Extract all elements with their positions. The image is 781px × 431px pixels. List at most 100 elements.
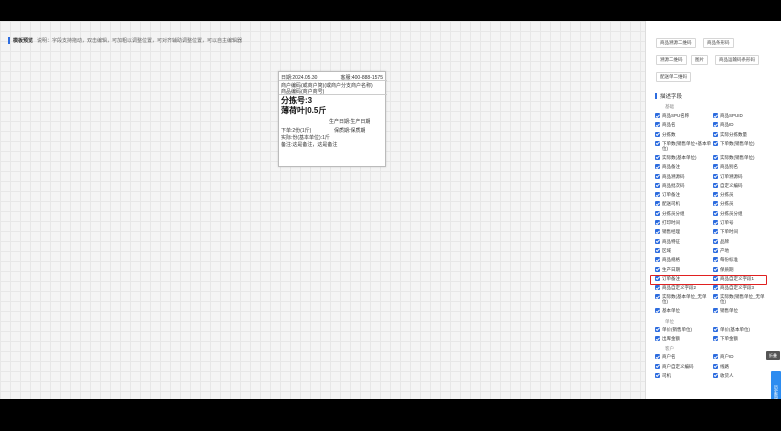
checkbox-checked-icon[interactable]: [655, 238, 660, 244]
checkbox-checked-icon[interactable]: [713, 154, 718, 160]
checkbox-checked-icon[interactable]: [713, 294, 718, 300]
checkbox-checked-icon[interactable]: [655, 266, 660, 272]
checkbox-checked-icon[interactable]: [713, 192, 718, 198]
field-checkbox[interactable]: 实际分拣数量: [713, 131, 770, 137]
trace-qr2-button[interactable]: 溯源二维码: [656, 55, 687, 65]
checkbox-checked-icon[interactable]: [713, 238, 718, 244]
checkbox-checked-icon[interactable]: [655, 336, 660, 341]
field-checkbox[interactable]: 自定义编码: [713, 182, 770, 188]
barcode-button[interactable]: 商品条形码: [703, 38, 734, 48]
checkbox-checked-icon[interactable]: [655, 131, 660, 137]
checkbox-checked-icon[interactable]: [713, 326, 718, 332]
field-checkbox[interactable]: 打印时间: [655, 220, 712, 225]
field-checkbox[interactable]: 分拣员: [713, 192, 770, 198]
field-checkbox[interactable]: 下单数(销售单位+基本单位): [655, 140, 712, 151]
checkbox-checked-icon[interactable]: [713, 164, 718, 170]
label-preview[interactable]: 日期:2024.05.30 客服:400-888-1575 商户编码(或商户简)…: [278, 71, 387, 167]
checkbox-checked-icon[interactable]: [713, 354, 718, 360]
checkbox-checked-icon[interactable]: [655, 164, 660, 170]
field-checkbox[interactable]: 生产日期: [655, 266, 712, 272]
checkbox-checked-icon[interactable]: [713, 257, 718, 263]
collapse-tab[interactable]: 折叠: [766, 351, 780, 360]
field-checkbox[interactable]: 商品别名: [713, 164, 770, 170]
field-checkbox[interactable]: 商品规格: [655, 257, 712, 263]
field-checkbox[interactable]: 下单时间: [713, 229, 770, 235]
checkbox-checked-icon[interactable]: [655, 363, 660, 369]
field-checkbox[interactable]: 实际数(基本单位_无单位): [655, 294, 712, 304]
field-checkbox[interactable]: 下单数(销售单位): [713, 140, 770, 146]
checkbox-checked-icon[interactable]: [655, 201, 660, 207]
label-shelf-life[interactable]: 保质期:保质期: [334, 127, 365, 134]
checkbox-checked-icon[interactable]: [713, 363, 718, 369]
delivery-qr-button[interactable]: 配送单二维码: [656, 72, 691, 82]
checkbox-checked-icon[interactable]: [655, 122, 660, 128]
checkbox-checked-icon[interactable]: [713, 182, 718, 188]
field-checkbox[interactable]: 每份标准: [713, 257, 770, 263]
checkbox-checked-icon[interactable]: [655, 308, 660, 314]
trace-qr-button[interactable]: 商品溯源二维码: [656, 38, 696, 48]
field-checkbox[interactable]: 商品名: [655, 122, 712, 128]
label-order-qty[interactable]: 下单:2份(1斤): [281, 127, 311, 134]
field-checkbox[interactable]: 销售单位: [713, 308, 770, 314]
field-checkbox[interactable]: 实际数(销售单位): [713, 154, 770, 160]
checkbox-checked-icon[interactable]: [655, 285, 660, 291]
field-checkbox[interactable]: 实际数(基本单位): [655, 154, 712, 160]
checkbox-checked-icon[interactable]: [713, 201, 718, 207]
checkbox-checked-icon[interactable]: [713, 266, 718, 272]
checkbox-checked-icon[interactable]: [713, 336, 718, 341]
checkbox-checked-icon[interactable]: [713, 285, 718, 291]
checkbox-checked-icon[interactable]: [713, 247, 718, 253]
checkbox-checked-icon[interactable]: [655, 229, 660, 235]
field-checkbox[interactable]: 收货人: [713, 372, 770, 378]
field-checkbox[interactable]: 产地: [713, 247, 770, 253]
checkbox-checked-icon[interactable]: [713, 308, 718, 314]
field-checkbox[interactable]: 销售经理: [655, 229, 712, 235]
field-checkbox[interactable]: 订单号: [713, 220, 770, 225]
label-actual-qty[interactable]: 实际:份(基本单位):1斤: [281, 134, 330, 141]
image-button[interactable]: 图片: [691, 55, 708, 65]
field-checkbox[interactable]: 商品批次码: [655, 182, 712, 188]
checkbox-checked-icon[interactable]: [655, 257, 660, 263]
checkbox-checked-icon[interactable]: [713, 372, 718, 378]
checkbox-checked-icon[interactable]: [655, 173, 660, 179]
field-checkbox[interactable]: 商品备注: [655, 164, 712, 170]
field-checkbox[interactable]: 分拣员: [713, 201, 770, 207]
field-checkbox[interactable]: 配送司机: [655, 201, 712, 207]
checkbox-checked-icon[interactable]: [655, 154, 660, 160]
label-production-date[interactable]: 生产日期:生产日期: [329, 118, 370, 125]
checkbox-checked-icon[interactable]: [713, 220, 718, 225]
field-checkbox[interactable]: 区域: [655, 247, 712, 253]
checkbox-checked-icon[interactable]: [713, 173, 718, 179]
field-checkbox[interactable]: 商品自定义字段3: [713, 285, 770, 291]
field-checkbox[interactable]: 线路: [713, 363, 770, 369]
checkbox-checked-icon[interactable]: [713, 113, 718, 118]
checkbox-checked-icon[interactable]: [655, 140, 660, 146]
label-product[interactable]: 薄荷叶|0.5斤: [281, 105, 326, 116]
checkbox-checked-icon[interactable]: [713, 131, 718, 137]
field-checkbox[interactable]: 单价(基本单位): [713, 326, 770, 332]
transport-barcode-button[interactable]: 商品运输码条形码: [715, 55, 759, 65]
field-checkbox[interactable]: 品牌: [713, 238, 770, 244]
checkbox-checked-icon[interactable]: [655, 182, 660, 188]
field-checkbox[interactable]: 单价(销售单位): [655, 326, 712, 332]
checkbox-checked-icon[interactable]: [655, 326, 660, 332]
field-checkbox[interactable]: 司机: [655, 372, 712, 378]
field-checkbox[interactable]: 分拣员分组: [713, 210, 770, 216]
field-checkbox[interactable]: 订单溯源码: [713, 173, 770, 179]
checkbox-checked-icon[interactable]: [713, 229, 718, 235]
checkbox-checked-icon[interactable]: [655, 113, 660, 118]
field-checkbox[interactable]: 实际数(销售单位_无单位): [713, 294, 770, 304]
field-checkbox[interactable]: 商品特征: [655, 238, 712, 244]
field-checkbox[interactable]: 保质期: [713, 266, 770, 272]
field-checkbox[interactable]: 基本单位: [655, 308, 712, 314]
checkbox-checked-icon[interactable]: [655, 294, 660, 300]
field-checkbox[interactable]: 分拣员分组: [655, 210, 712, 216]
checkbox-checked-icon[interactable]: [655, 192, 660, 198]
field-checkbox[interactable]: 商品自定义字段2: [655, 285, 712, 291]
label-canvas[interactable]: 模板预览 说明：字段支持拖动，双击编辑，可加粗以调整位置，可对齐辅助调整位置，可…: [0, 21, 645, 399]
field-checkbox[interactable]: 出库金额: [655, 336, 712, 341]
checkbox-checked-icon[interactable]: [655, 210, 660, 216]
checkbox-checked-icon[interactable]: [655, 372, 660, 378]
field-checkbox[interactable]: 商品ID: [713, 122, 770, 128]
field-checkbox[interactable]: 商品SPU名称: [655, 113, 712, 118]
